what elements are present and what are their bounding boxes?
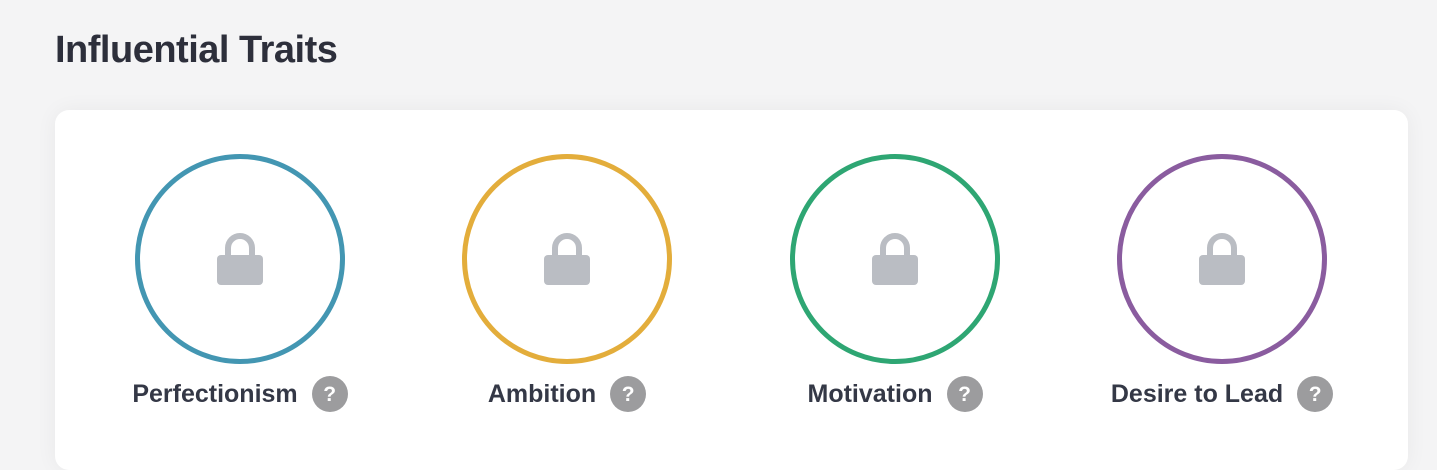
trait-label-desire-to-lead: Desire to Lead xyxy=(1110,379,1284,408)
trait-circle-perfectionism[interactable] xyxy=(135,154,345,364)
page-title: Influential Traits xyxy=(55,29,338,71)
question-mark-icon[interactable]: ? xyxy=(311,376,348,412)
question-mark-icon[interactable]: ? xyxy=(946,376,983,412)
trait-perfectionism: Perfectionism ? xyxy=(90,154,390,414)
lock-icon xyxy=(872,233,918,285)
lock-icon xyxy=(217,233,263,285)
trait-circle-ambition[interactable] xyxy=(462,154,672,364)
question-mark-icon[interactable]: ? xyxy=(1297,376,1334,412)
trait-label-ambition: Ambition xyxy=(487,379,597,408)
lock-icon xyxy=(1199,233,1245,285)
trait-label-perfectionism: Perfectionism xyxy=(132,379,298,408)
question-mark-icon[interactable]: ? xyxy=(610,376,647,412)
trait-label-row: Perfectionism ? xyxy=(90,376,390,412)
trait-label-row: Motivation ? xyxy=(745,376,1045,412)
trait-label-motivation: Motivation xyxy=(807,379,933,408)
trait-circle-desire-to-lead[interactable] xyxy=(1117,154,1327,364)
trait-circle-motivation[interactable] xyxy=(790,154,1000,364)
trait-label-row: Ambition ? xyxy=(417,376,717,412)
trait-ambition: Ambition ? xyxy=(417,154,717,414)
traits-card: Perfectionism ? Ambition ? Motivation ? xyxy=(55,110,1408,470)
trait-desire-to-lead: Desire to Lead ? xyxy=(1072,154,1372,414)
trait-motivation: Motivation ? xyxy=(745,154,1045,414)
trait-label-row: Desire to Lead ? xyxy=(1072,376,1372,412)
lock-icon xyxy=(544,233,590,285)
